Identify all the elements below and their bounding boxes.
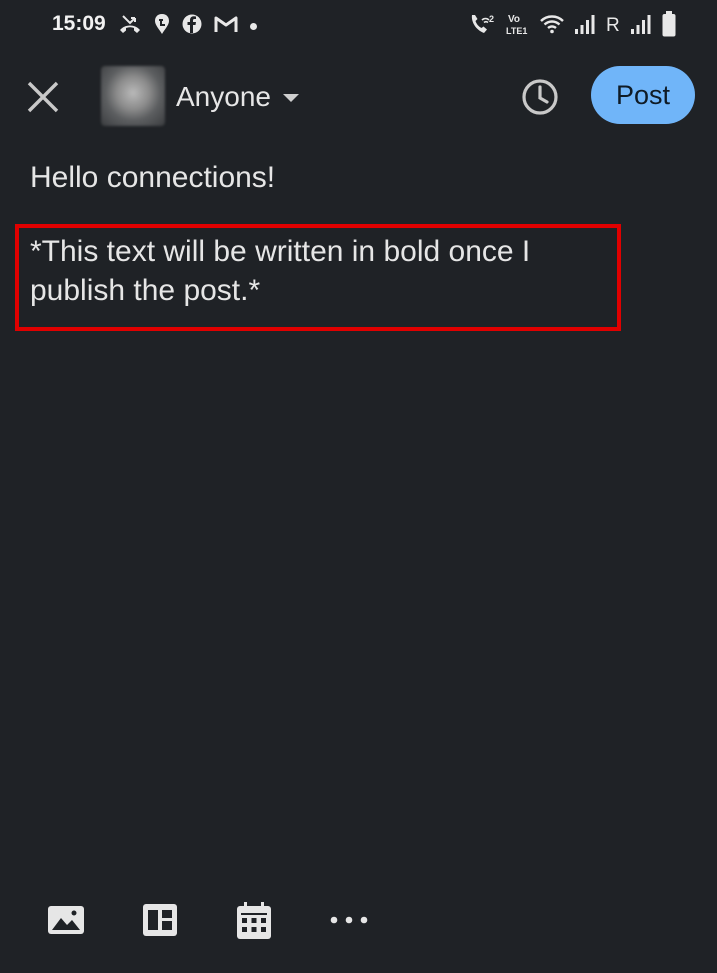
more-icon [330,916,368,924]
svg-text:2: 2 [489,14,494,24]
visibility-dropdown[interactable]: Anyone [176,78,299,116]
status-bar: 15:09 2 Vo LTE1 R [0,0,717,52]
image-icon [48,906,84,934]
add-event-button[interactable] [236,902,274,939]
roaming-indicator: R [606,15,620,36]
status-time: 15:09 [52,12,106,35]
battery-icon [662,10,676,42]
highlight-box [15,224,621,331]
volte-icon: Vo LTE1 [506,11,530,42]
close-button[interactable] [26,80,60,114]
clock-icon [522,79,558,115]
post-editor[interactable]: Hello connections! *This text will be wr… [30,158,690,307]
caret-down-icon [282,94,299,102]
gmail-icon [214,15,238,38]
schedule-button[interactable] [520,77,560,117]
svg-text:LTE1: LTE1 [506,26,527,36]
more-options-button[interactable] [330,902,368,938]
notification-dot-icon [250,22,257,30]
facebook-icon [182,14,202,39]
calendar-icon [237,902,271,939]
status-notification-icons [118,13,257,40]
avatar [101,66,165,126]
visibility-label: Anyone [176,81,271,112]
editor-line: Hello connections! [30,161,276,194]
status-system-icons: 2 Vo LTE1 R [468,10,676,42]
wifi-call-icon: 2 [468,12,496,41]
add-photo-button[interactable] [47,902,85,938]
svg-text:Vo: Vo [508,14,520,25]
signal-icon [574,14,596,39]
missed-call-icon [118,13,142,40]
signal-icon [630,14,652,39]
add-document-button[interactable] [142,902,180,938]
post-button[interactable]: Post [591,66,695,124]
document-icon [143,904,177,936]
close-icon [27,81,59,113]
wifi-icon [540,14,564,39]
swiggy-icon [154,13,170,40]
